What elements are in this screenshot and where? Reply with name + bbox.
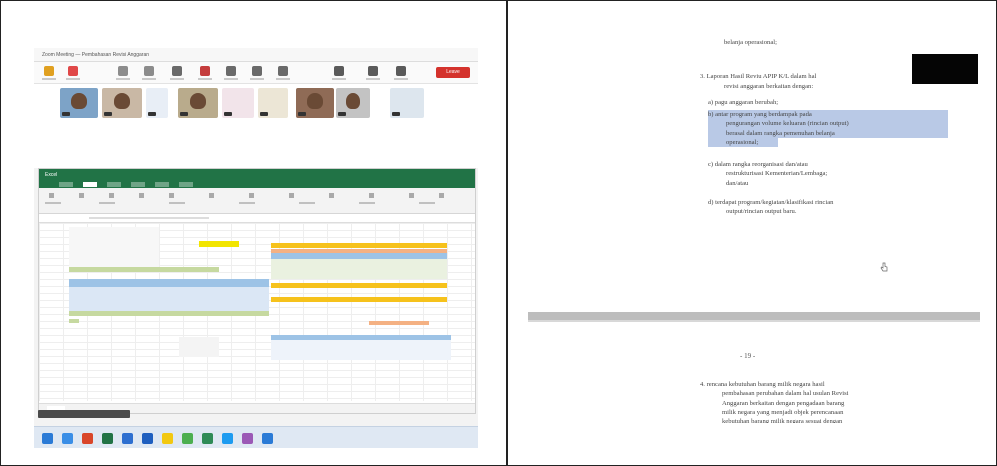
doc-line: dan/atau	[726, 179, 749, 187]
formula-bar[interactable]	[39, 214, 475, 223]
hand-cursor-icon	[880, 262, 888, 272]
taskbar	[34, 426, 478, 448]
meeting-window-title: Zoom Meeting — Pembahasan Revisi Anggara…	[34, 48, 478, 62]
folder-icon[interactable]	[162, 433, 173, 444]
doc-line: belanja operasional;	[724, 39, 777, 46]
browser-icon[interactable]	[142, 433, 153, 444]
page-break-shadow	[528, 320, 980, 322]
participant-tile[interactable]	[390, 88, 424, 118]
doc-item-3-cont: revisi anggaran berkaitan dengan:	[724, 83, 814, 90]
ribbon-tabs	[39, 181, 475, 188]
highlighted-line: pengurangan volume keluaran (rincian out…	[708, 119, 948, 129]
participant-tile[interactable]	[178, 88, 218, 118]
spreadsheet-title: Excel	[39, 169, 475, 181]
view-icon[interactable]	[332, 66, 346, 80]
doc-line: output/rincian output baru.	[726, 208, 797, 216]
participant-tile[interactable]	[296, 88, 334, 118]
doc-item-4: 4. rencana kebutuhan barang milik negara…	[700, 380, 948, 423]
doc-line: restrukturisasi Kementerian/Lembaga;	[726, 170, 828, 178]
participant-strip	[34, 84, 478, 126]
camera-icon[interactable]	[366, 66, 380, 80]
meeting-toolbar: Leave	[34, 62, 478, 84]
share-screen-icon[interactable]	[198, 66, 212, 80]
doc-item-d: d) terdapat program/kegiatan/klasifikasi…	[708, 198, 948, 217]
more-icon[interactable]	[394, 66, 408, 80]
doc-item-a: a) pagu anggaran berubah;	[708, 99, 779, 106]
video-icon[interactable]	[142, 66, 156, 80]
doc-item-3: 3. Laporan Hasil Reviu APIP K/L dalam ha…	[700, 73, 817, 80]
doc-line: kebutuhan barang milik negara sesuai den…	[722, 418, 843, 424]
excel-icon[interactable]	[102, 433, 113, 444]
app-icon[interactable]	[202, 433, 213, 444]
participant-tile[interactable]	[102, 88, 142, 118]
participants-icon[interactable]	[170, 66, 184, 80]
ribbon-tab[interactable]	[59, 182, 73, 187]
app-icon[interactable]	[182, 433, 193, 444]
doc-item-b: b) antar program yang berdampak pada pen…	[708, 110, 948, 148]
doc-line: 4. rencana kebutuhan barang milik negara…	[700, 381, 825, 388]
highlighted-line: operasional;	[708, 137, 778, 148]
spreadsheet-grid[interactable]	[39, 223, 475, 401]
doc-line: pembahasan perubahan dalam hal usulan Re…	[722, 390, 849, 398]
doc-line: d) terdapat program/kegiatan/klasifikasi…	[708, 199, 834, 206]
start-icon[interactable]	[42, 433, 53, 444]
page-break	[528, 312, 980, 320]
leave-button[interactable]: Leave	[436, 67, 470, 78]
doc-line: c) dalam rangka reorganisasi dan/atau	[708, 161, 808, 168]
highlighted-line: b) antar program yang berdampak pada	[708, 110, 948, 120]
doc-line: Anggaran berkaitan dengan pengadaan bara…	[722, 399, 845, 407]
notification-bar	[38, 410, 130, 418]
ribbon-tab[interactable]	[131, 182, 145, 187]
reactions-icon[interactable]	[250, 66, 264, 80]
ribbon-tab[interactable]	[83, 182, 97, 187]
highlighted-line: berasal dalam rangka pemenuhan belanja	[708, 128, 948, 138]
record-icon[interactable]	[66, 66, 80, 80]
participant-tile[interactable]	[222, 88, 254, 118]
ribbon	[39, 188, 475, 214]
chat-icon[interactable]	[224, 66, 238, 80]
participant-tile[interactable]	[336, 88, 370, 118]
desktop-background	[34, 126, 478, 168]
ribbon-tab[interactable]	[107, 182, 121, 187]
doc-line: milik negara yang menjadi objek perencan…	[722, 408, 844, 416]
page-number: - 19 -	[740, 352, 756, 360]
participant-tile[interactable]	[60, 88, 98, 118]
ribbon-tab[interactable]	[179, 182, 193, 187]
app-icon[interactable]	[242, 433, 253, 444]
participant-tile[interactable]	[146, 88, 168, 118]
system-tray[interactable]	[471, 431, 472, 437]
participant-tile[interactable]	[258, 88, 288, 118]
mute-icon[interactable]	[116, 66, 130, 80]
zoom-icon[interactable]	[262, 433, 273, 444]
desktop-screenshot: Zoom Meeting — Pembahasan Revisi Anggara…	[34, 48, 478, 448]
redaction-box	[912, 54, 978, 84]
panel-divider	[506, 0, 508, 466]
apps-icon[interactable]	[276, 66, 290, 80]
app-icon[interactable]	[122, 433, 133, 444]
spreadsheet-window: Excel	[38, 168, 476, 414]
doc-item-c: c) dalam rangka reorganisasi dan/atau re…	[708, 160, 948, 188]
app-icon[interactable]	[82, 433, 93, 444]
meeting-status-icon[interactable]	[42, 66, 56, 80]
search-icon[interactable]	[62, 433, 73, 444]
ribbon-tab[interactable]	[155, 182, 169, 187]
app-icon[interactable]	[222, 433, 233, 444]
